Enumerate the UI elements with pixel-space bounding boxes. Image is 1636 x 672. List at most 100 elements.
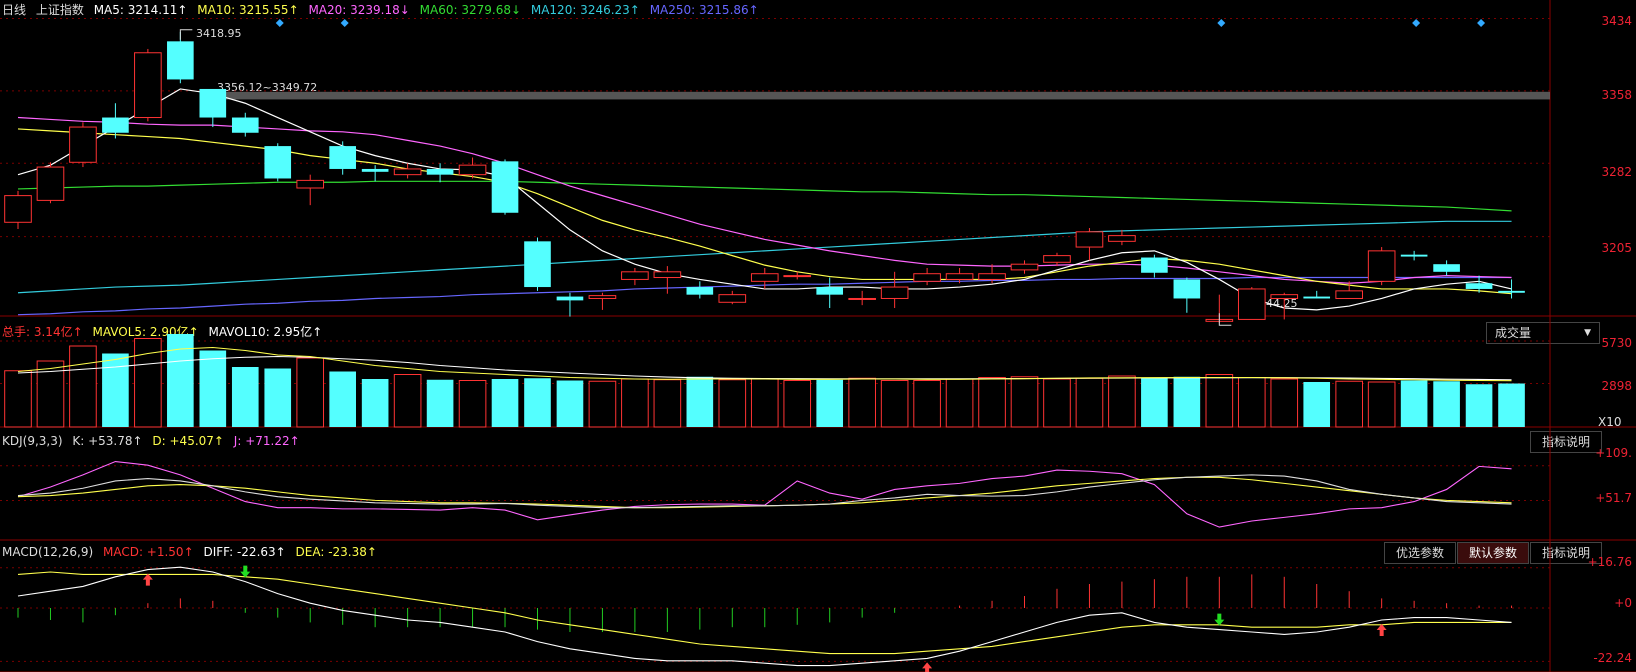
candle-body	[1335, 290, 1364, 299]
candle-body	[686, 287, 714, 295]
volume-bar	[458, 380, 487, 428]
volume-bar	[1433, 381, 1460, 427]
volume-bar	[102, 353, 129, 427]
volume-bar	[1141, 377, 1168, 427]
volume-bar	[1367, 381, 1396, 428]
volume-bar	[199, 350, 227, 427]
golden-cross-arrow	[1376, 624, 1387, 636]
volume-bar	[1010, 376, 1039, 428]
candle-body	[848, 297, 876, 300]
candle-body	[4, 195, 32, 223]
ma20-line	[17, 116, 1512, 284]
candle-body	[978, 273, 1006, 280]
high-pointer	[179, 29, 193, 40]
candle-body	[1141, 257, 1168, 273]
volume-bar	[750, 378, 779, 428]
candle-body	[880, 286, 909, 299]
candle-body	[1173, 279, 1201, 299]
candle-body	[199, 88, 227, 118]
volume-bar	[1108, 375, 1136, 428]
candle-body	[750, 273, 779, 282]
volume-bar	[524, 378, 551, 427]
price-range-band	[200, 91, 1550, 100]
signal-marker	[340, 19, 349, 27]
volume-bar	[1043, 378, 1071, 428]
candle-body	[556, 296, 584, 301]
signal-marker	[1477, 19, 1486, 27]
kdj-d-line	[17, 476, 1512, 509]
candle-body	[426, 168, 454, 175]
volume-bar	[913, 380, 941, 428]
volume-bar	[4, 370, 32, 428]
candle-body	[1400, 254, 1428, 257]
candle-body	[69, 126, 97, 163]
volume-bar	[718, 379, 747, 428]
candle-body	[588, 295, 617, 299]
volume-bar	[393, 374, 422, 428]
volume-bar	[231, 367, 259, 427]
kline-chart[interactable]	[0, 0, 1636, 672]
candle-body	[1367, 250, 1396, 282]
volume-bar	[361, 379, 389, 427]
candle-body	[1043, 255, 1071, 263]
candle-body	[783, 275, 812, 278]
golden-cross-arrow	[142, 573, 153, 586]
volume-bar	[783, 380, 812, 428]
signal-marker	[275, 19, 284, 27]
candle-body	[102, 117, 129, 133]
volume-bar	[1237, 377, 1266, 428]
signal-marker	[1412, 19, 1421, 27]
volume-bar	[1075, 377, 1104, 428]
candle-body	[296, 179, 325, 189]
volume-bar	[686, 376, 714, 427]
kdj-k-line	[17, 474, 1512, 509]
candle-body	[1498, 290, 1525, 293]
volume-bar	[491, 379, 519, 427]
volume-bar	[880, 380, 909, 428]
candle-body	[1270, 294, 1299, 299]
volume-bar	[588, 380, 617, 428]
candle-body	[1010, 263, 1039, 271]
volume-bar	[1498, 383, 1525, 427]
candle-body	[653, 271, 682, 279]
volume-bar	[1205, 374, 1234, 428]
candle-body	[621, 271, 649, 280]
volume-bar	[1303, 382, 1331, 427]
volume-bar	[296, 357, 325, 428]
volume-bar	[167, 334, 194, 427]
golden-cross-arrow	[922, 662, 933, 672]
ma60-line	[17, 180, 1512, 212]
candle-body	[1465, 283, 1493, 289]
volume-bar	[978, 377, 1006, 428]
volume-bar	[426, 379, 454, 427]
candle-body	[1108, 235, 1136, 242]
volume-bar	[1465, 384, 1493, 427]
signal-marker	[1217, 19, 1226, 27]
death-cross-arrow	[1214, 613, 1225, 626]
volume-bar	[264, 368, 292, 427]
candle-body	[167, 41, 194, 80]
kdj-j-line	[17, 460, 1512, 528]
candle-body	[718, 294, 747, 303]
candle-body	[945, 273, 974, 280]
volume-bar	[945, 378, 974, 428]
candle-body	[1433, 264, 1460, 272]
volume-bar	[621, 378, 649, 428]
candle-body	[36, 166, 65, 201]
volume-bar	[329, 371, 356, 427]
candle-body	[816, 287, 844, 295]
candle-body	[329, 146, 356, 169]
volume-bar	[848, 377, 876, 428]
candle-body	[458, 164, 487, 176]
candle-body	[491, 161, 519, 213]
candle-body	[361, 168, 389, 172]
volume-bar	[69, 345, 97, 428]
candle-body	[1303, 296, 1331, 299]
candle-body	[524, 241, 551, 288]
candle-body	[231, 117, 259, 133]
volume-bar	[556, 380, 584, 427]
candle-body	[1075, 231, 1104, 248]
candle-body	[913, 273, 941, 282]
volume-bar	[1400, 380, 1428, 427]
candle-body	[393, 168, 422, 176]
